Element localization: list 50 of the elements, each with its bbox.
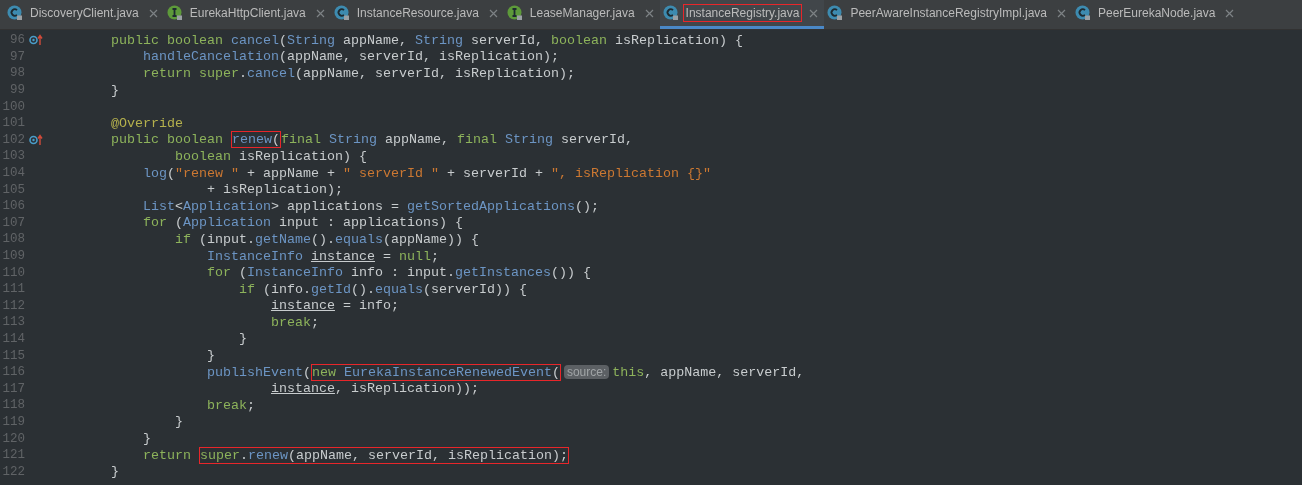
- close-icon[interactable]: [1225, 8, 1235, 18]
- code-text: boolean isReplication) {: [175, 148, 367, 164]
- code-text: handleCancelation(appName, serverId, isReplication);: [143, 49, 559, 65]
- close-icon[interactable]: [488, 8, 498, 18]
- class-file-icon: [333, 5, 350, 21]
- code-text: instance = info;: [270, 298, 399, 314]
- code-text: }: [175, 414, 183, 430]
- code-text: log("renew " + appName + " serverId " + serverId + ", isReplication {}": [143, 165, 711, 181]
- class-file-icon: [827, 5, 844, 21]
- code-text: public boolean: [111, 132, 224, 148]
- code-text: if (info.getId().equals(serverId)) {: [238, 281, 527, 297]
- code-text: for (Application input : applications) {: [143, 215, 463, 231]
- class-file-icon: [7, 5, 23, 21]
- override-icon[interactable]: [29, 34, 43, 47]
- close-icon[interactable]: [644, 8, 654, 18]
- code-text: public boolean cancel(String appName, String serverId, boolean isReplication) {: [111, 32, 743, 48]
- highlight-box: renew(: [231, 131, 281, 149]
- close-icon[interactable]: [148, 8, 158, 18]
- class-file-icon: [1075, 5, 1091, 21]
- close-icon[interactable]: [315, 8, 325, 18]
- code-text: publishEvent(: [207, 364, 311, 380]
- class-file-icon: [662, 5, 679, 21]
- code-text: break;: [270, 314, 319, 330]
- code-text: InstanceInfo instance = null;: [207, 248, 439, 264]
- override-icon[interactable]: [29, 133, 43, 146]
- code-text: List<Application> applications = getSortedApplications();: [143, 198, 599, 214]
- highlight-box: new EurekaInstanceRenewedEvent(: [310, 363, 561, 381]
- code-text: for (InstanceInfo info : input.getInstances()) {: [207, 265, 591, 281]
- code-text: @Override: [111, 115, 183, 131]
- interface-file-icon: [506, 5, 523, 21]
- code-text: this, appName, serverId,: [612, 364, 805, 380]
- code-text: instance, isReplication));: [270, 381, 479, 397]
- parameter-hint: source:: [563, 365, 610, 380]
- code-text: return: [143, 447, 192, 463]
- close-icon[interactable]: [1057, 8, 1066, 18]
- code-text: }: [111, 464, 119, 480]
- code-text: if (input.getName().equals(appName)) {: [175, 231, 479, 247]
- interface-file-icon: [166, 5, 183, 21]
- code-text: }: [238, 331, 247, 347]
- highlight-box: InstanceRegistry.java: [682, 4, 803, 22]
- code-text: final String appName, final String serverId,: [281, 132, 633, 148]
- code-text: break;: [207, 397, 255, 413]
- close-icon[interactable]: [809, 8, 819, 18]
- code-text: + isReplication);: [207, 182, 343, 198]
- code-text: return super.cancel(appName, serverId, isReplication);: [143, 66, 575, 81]
- code-text: }: [207, 348, 215, 364]
- code-text: }: [111, 82, 119, 98]
- code-text: }: [143, 431, 151, 447]
- editor-tab[interactable]: InstanceRegistry.java: [659, 0, 825, 29]
- highlight-box: super.renew(appName, serverId, isReplication);: [199, 446, 569, 464]
